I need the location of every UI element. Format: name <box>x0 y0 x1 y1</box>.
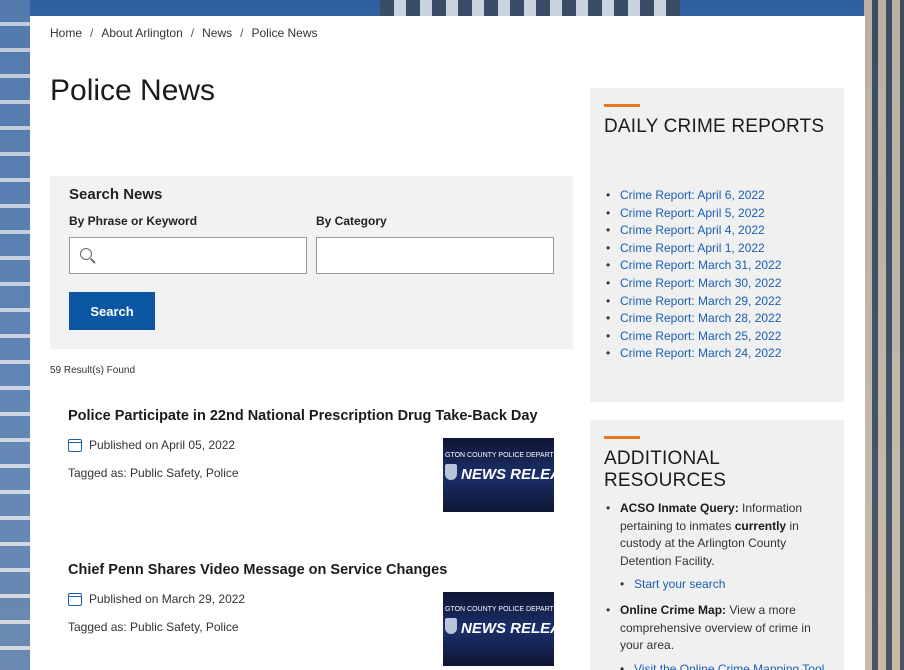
resources-list: ACSO Inmate Query: Information pertainin… <box>604 500 830 670</box>
search-icon <box>80 248 92 260</box>
inmate-query-label: ACSO Inmate Query: <box>620 501 739 515</box>
search-form: Search News By Phrase or Keyword By Cate… <box>50 176 573 349</box>
police-badge-icon <box>445 464 457 480</box>
category-select[interactable] <box>316 237 554 274</box>
search-button[interactable]: Search <box>69 292 155 330</box>
crime-report-link[interactable]: Crime Report: April 4, 2022 <box>604 222 781 240</box>
crime-report-link[interactable]: Crime Report: March 31, 2022 <box>604 257 781 275</box>
calendar-icon <box>68 438 82 452</box>
news-item-tags: Tagged as: Public Safety, Police <box>68 620 239 634</box>
police-badge-icon <box>445 618 457 634</box>
crime-mapping-tool-link[interactable]: Visit the Online Crime Mapping Tool <box>604 661 830 670</box>
crime-report-link[interactable]: Crime Report: March 28, 2022 <box>604 310 781 328</box>
category-label: By Category <box>316 214 387 228</box>
results-count: 59 Result(s) Found <box>50 365 136 376</box>
daily-crime-reports-card: DAILY CRIME REPORTS Crime Report: April … <box>590 88 844 402</box>
published-date: Published on March 29, 2022 <box>89 592 246 606</box>
background-building-right <box>864 0 904 670</box>
additional-resources-title: ADDITIONAL RESOURCES <box>604 448 727 491</box>
background-building-left <box>0 0 30 670</box>
crime-map-item: Online Crime Map: View a more comprehens… <box>604 602 830 655</box>
calendar-icon <box>68 592 82 606</box>
news-item-date: Published on April 05, 2022 <box>68 438 235 452</box>
inmate-query-item: ACSO Inmate Query: Information pertainin… <box>604 500 830 570</box>
breadcrumb-news[interactable]: News <box>202 26 232 40</box>
news-item: Chief Penn Shares Video Message on Servi… <box>68 562 558 666</box>
crime-report-link[interactable]: Crime Report: April 5, 2022 <box>604 205 781 223</box>
thumbnail-title: NEWS RELEA <box>461 620 554 637</box>
crime-report-link[interactable]: Crime Report: April 6, 2022 <box>604 187 781 205</box>
keyword-input[interactable] <box>69 237 307 274</box>
news-release-thumbnail[interactable]: GTON COUNTY POLICE DEPART NEWS RELEA <box>443 592 554 666</box>
news-item-title[interactable]: Police Participate in 22nd National Pres… <box>68 408 558 424</box>
page-title: Police News <box>50 74 216 107</box>
news-item: Police Participate in 22nd National Pres… <box>68 408 558 512</box>
content-panel: Home / About Arlington / News / Police News Po… <box>30 16 865 670</box>
crime-report-link[interactable]: Crime Report: March 25, 2022 <box>604 328 781 346</box>
breadcrumb: Home / About Arlington / News / Police News <box>50 26 318 40</box>
crime-report-link[interactable]: Crime Report: March 24, 2022 <box>604 345 781 363</box>
breadcrumb-about[interactable]: About Arlington <box>101 26 182 40</box>
crime-map-label: Online Crime Map: <box>620 602 727 617</box>
thumbnail-title: NEWS RELEA <box>461 466 554 483</box>
news-item-title[interactable]: Chief Penn Shares Video Message on Servi… <box>68 562 558 578</box>
inmate-query-bold: currently <box>734 518 787 533</box>
start-search-link[interactable]: Start your search <box>604 576 830 594</box>
thumbnail-header: GTON COUNTY POLICE DEPART <box>445 606 554 613</box>
accent-bar <box>604 436 640 439</box>
crime-report-link[interactable]: Crime Report: April 1, 2022 <box>604 240 781 258</box>
crime-report-list: Crime Report: April 6, 2022 Crime Report… <box>604 187 781 363</box>
news-item-tags: Tagged as: Public Safety, Police <box>68 466 239 480</box>
background-building-top <box>380 0 680 16</box>
keyword-label: By Phrase or Keyword <box>69 214 198 228</box>
search-title: Search News <box>69 186 163 203</box>
published-date: Published on April 05, 2022 <box>89 438 236 452</box>
breadcrumb-home[interactable]: Home <box>50 26 82 40</box>
news-item-date: Published on March 29, 2022 <box>68 592 245 606</box>
thumbnail-header: GTON COUNTY POLICE DEPART <box>445 452 554 459</box>
daily-crime-title: DAILY CRIME REPORTS <box>604 116 825 137</box>
breadcrumb-current: Police News <box>251 26 318 40</box>
news-release-thumbnail[interactable]: GTON COUNTY POLICE DEPART NEWS RELEA <box>443 438 554 512</box>
additional-resources-card: ADDITIONAL RESOURCES ACSO Inmate Query: … <box>590 420 844 670</box>
crime-report-link[interactable]: Crime Report: March 29, 2022 <box>604 293 781 311</box>
crime-report-link[interactable]: Crime Report: March 30, 2022 <box>604 275 781 293</box>
accent-bar <box>604 104 640 107</box>
